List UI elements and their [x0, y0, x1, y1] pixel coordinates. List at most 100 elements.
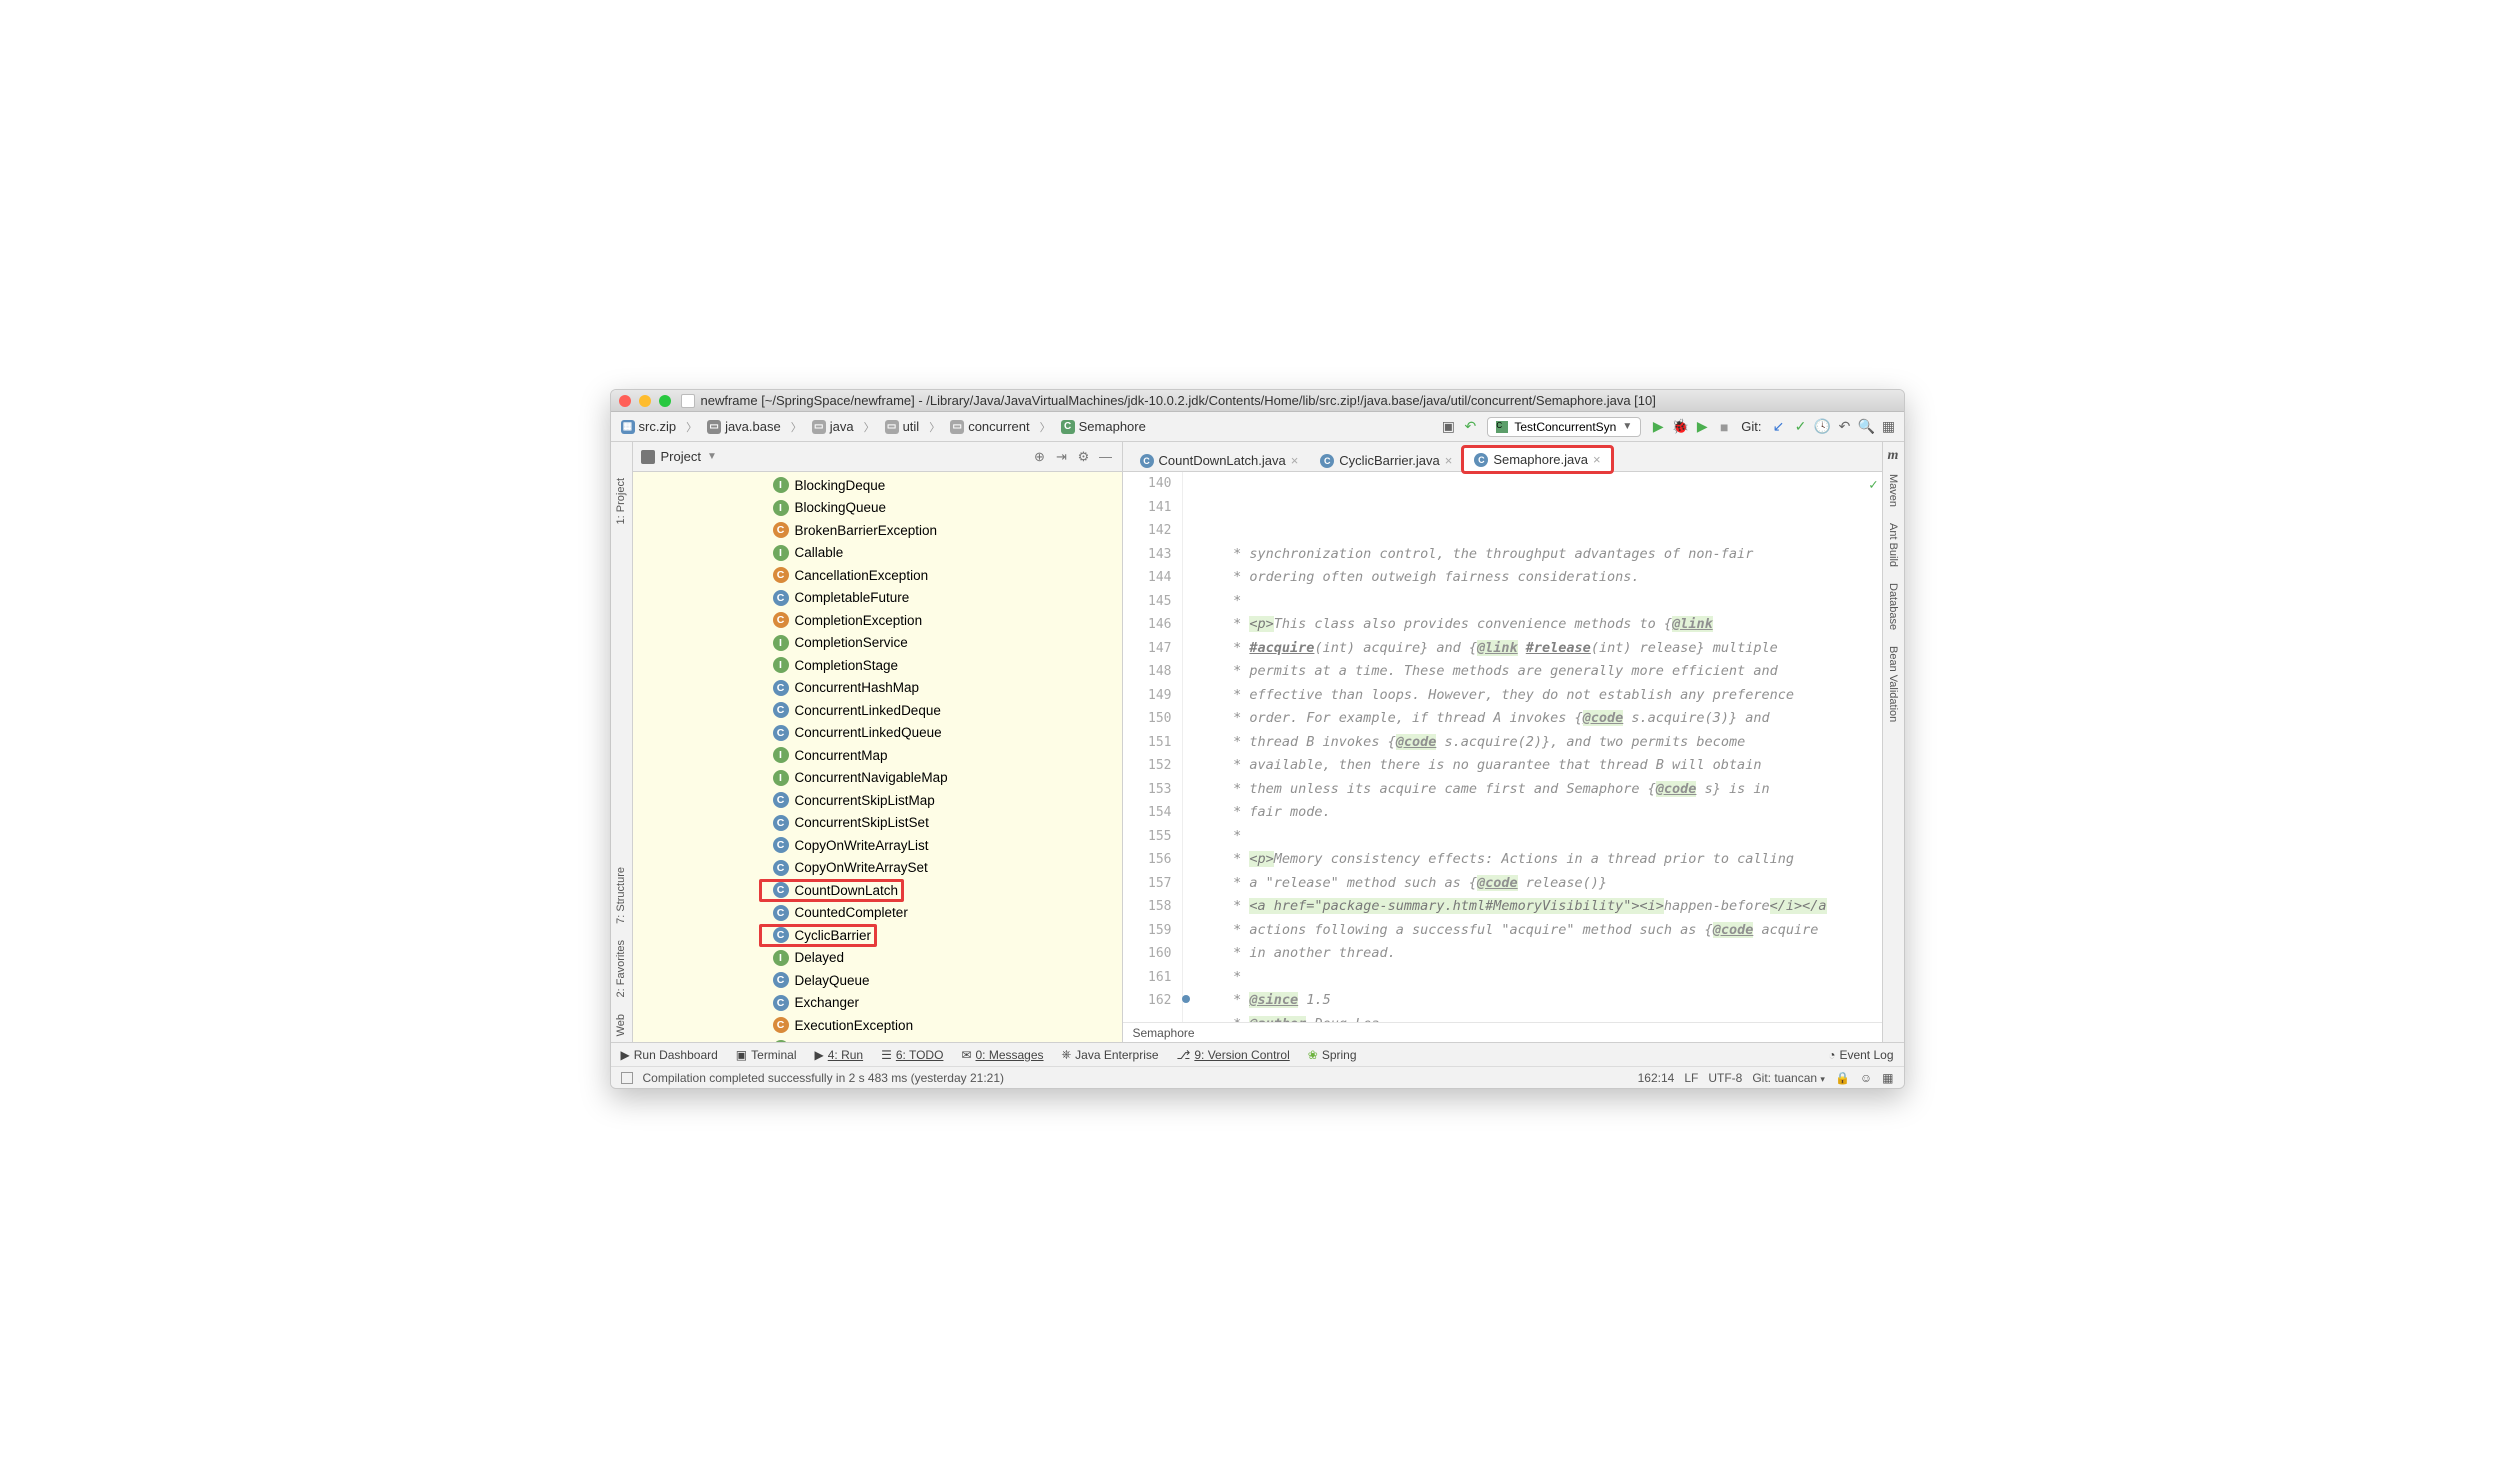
interface-icon: I [773, 657, 789, 673]
event-log-tab[interactable]: ◔Event Log [1828, 1048, 1893, 1062]
tree-node-label: Callable [795, 545, 844, 560]
minimize-window-button[interactable] [639, 395, 651, 407]
tree-node-cyclicbarrier[interactable]: CCyclicBarrier [759, 924, 878, 947]
class-icon: C [773, 815, 789, 831]
titlebar[interactable]: newframe [~/SpringSpace/newframe] - /Lib… [611, 390, 1904, 412]
tree-node-brokenbarrierexception[interactable]: CBrokenBarrierException [633, 519, 1122, 542]
vcs-update-button[interactable]: ↙ [1770, 418, 1788, 436]
tree-node-blockingqueue[interactable]: IBlockingQueue [633, 497, 1122, 520]
tree-node-executor[interactable]: IExecutor [633, 1037, 1122, 1043]
line-number-gutter[interactable]: 1401411421431441451461471481491501511521… [1123, 472, 1183, 1022]
vcs-commit-button[interactable]: ✓ [1792, 418, 1810, 436]
editor-tab-cyclicbarrier[interactable]: CCyclicBarrier.java× [1309, 448, 1463, 472]
maven-tool-tab-label[interactable]: Maven [1885, 468, 1901, 513]
collapse-all-icon[interactable]: ⇥ [1054, 449, 1070, 465]
breadcrumb-pkg1[interactable]: ▭java [808, 417, 858, 436]
tree-node-cancellationexception[interactable]: CCancellationException [633, 564, 1122, 587]
terminal-tab[interactable]: ▣Terminal [736, 1048, 797, 1062]
close-tab-icon[interactable]: × [1291, 453, 1299, 468]
breadcrumb-module[interactable]: ▭java.base [703, 417, 785, 436]
run-dashboard-tab[interactable]: ▶Run Dashboard [621, 1048, 718, 1062]
tree-node-delayed[interactable]: IDelayed [633, 947, 1122, 970]
run-tab[interactable]: ▶4: Run [815, 1048, 864, 1062]
tree-node-concurrentmap[interactable]: IConcurrentMap [633, 744, 1122, 767]
tree-node-copyonwritearrayset[interactable]: CCopyOnWriteArraySet [633, 857, 1122, 880]
tree-node-exchanger[interactable]: CExchanger [633, 992, 1122, 1015]
tab-label: CyclicBarrier.java [1339, 453, 1439, 468]
todo-tab[interactable]: ☰6: TODO [881, 1048, 943, 1062]
tree-node-blockingdeque[interactable]: IBlockingDeque [633, 474, 1122, 497]
lock-icon[interactable]: 🔒 [1835, 1071, 1850, 1085]
history-button[interactable]: 🕓 [1814, 418, 1832, 436]
tree-node-copyonwritearraylist[interactable]: CCopyOnWriteArrayList [633, 834, 1122, 857]
java-enterprise-tab[interactable]: ⎈Java Enterprise [1062, 1047, 1159, 1062]
coverage-button[interactable]: ▶ [1693, 418, 1711, 436]
file-encoding[interactable]: UTF-8 [1708, 1071, 1742, 1085]
package-icon: ▭ [812, 420, 826, 434]
run-configuration-selector[interactable]: C TestConcurrentSyn ▼ [1487, 417, 1641, 437]
maven-tool-tab[interactable]: m [1888, 448, 1899, 464]
tree-node-completionexception[interactable]: CCompletionException [633, 609, 1122, 632]
scratch-icon[interactable]: ▣ [1439, 418, 1457, 436]
breadcrumb-pkg3[interactable]: ▭concurrent [946, 417, 1033, 436]
web-tool-tab[interactable]: Web [613, 1008, 629, 1042]
dropdown-arrow-icon[interactable]: ▼ [707, 451, 717, 462]
structure-tool-tab[interactable]: 7: Structure [613, 861, 629, 930]
project-view-label[interactable]: Project [661, 449, 701, 464]
memory-indicator-icon[interactable]: ▦ [1882, 1071, 1893, 1085]
tree-node-concurrentlinkeddeque[interactable]: CConcurrentLinkedDeque [633, 699, 1122, 722]
tree-node-completablefuture[interactable]: CCompletableFuture [633, 587, 1122, 610]
hide-panel-icon[interactable]: — [1098, 449, 1114, 465]
editor-tab-semaphore[interactable]: CSemaphore.java× [1463, 447, 1611, 472]
version-control-tab[interactable]: ⎇9: Version Control [1177, 1048, 1290, 1062]
code-editor[interactable]: ✓ * synchronization control, the through… [1183, 472, 1882, 1022]
tree-node-delayqueue[interactable]: CDelayQueue [633, 969, 1122, 992]
tree-node-countdownlatch[interactable]: CCountDownLatch [759, 879, 905, 902]
database-tool-tab[interactable]: Database [1885, 577, 1901, 636]
spring-tab[interactable]: ❀Spring [1308, 1048, 1357, 1062]
breadcrumb-pkg2[interactable]: ▭util [881, 417, 924, 436]
bean-validation-tool-tab[interactable]: Bean Validation [1885, 640, 1901, 728]
git-branch[interactable]: Git: tuancan ▾ [1752, 1071, 1825, 1085]
inspection-ok-icon[interactable]: ✓ [1869, 474, 1877, 498]
revert-button[interactable]: ↶ [1836, 418, 1854, 436]
messages-tab[interactable]: ✉0: Messages [961, 1048, 1043, 1062]
project-tree[interactable]: IBlockingDequeIBlockingQueueCBrokenBarri… [633, 472, 1122, 1042]
caret-position[interactable]: 162:14 [1638, 1071, 1675, 1085]
status-tool-icon[interactable] [621, 1072, 633, 1084]
line-separator[interactable]: LF [1684, 1071, 1698, 1085]
scroll-from-source-icon[interactable]: ⊕ [1032, 449, 1048, 465]
hector-icon[interactable]: ☺ [1860, 1071, 1872, 1085]
tree-node-countedcompleter[interactable]: CCountedCompleter [633, 902, 1122, 925]
tree-node-concurrentskiplistmap[interactable]: CConcurrentSkipListMap [633, 789, 1122, 812]
tree-node-concurrentskiplistset[interactable]: CConcurrentSkipListSet [633, 812, 1122, 835]
close-tab-icon[interactable]: × [1593, 452, 1601, 467]
tree-node-concurrentnavigablemap[interactable]: IConcurrentNavigableMap [633, 767, 1122, 790]
tree-node-label: Executor [795, 1040, 848, 1042]
tree-node-concurrentlinkedqueue[interactable]: CConcurrentLinkedQueue [633, 722, 1122, 745]
back-icon[interactable]: ↶ [1461, 418, 1479, 436]
tree-node-executionexception[interactable]: CExecutionException [633, 1014, 1122, 1037]
tree-node-concurrenthashmap[interactable]: CConcurrentHashMap [633, 677, 1122, 700]
editor-breadcrumb[interactable]: Semaphore [1123, 1022, 1882, 1042]
project-tool-tab[interactable]: 1: Project [613, 472, 629, 530]
run-button[interactable]: ▶ [1649, 418, 1667, 436]
search-button[interactable]: 🔍 [1858, 418, 1876, 436]
interface-icon: I [773, 950, 789, 966]
tree-node-completionservice[interactable]: ICompletionService [633, 632, 1122, 655]
close-tab-icon[interactable]: × [1445, 453, 1453, 468]
ant-tool-tab[interactable]: Ant Build [1885, 517, 1901, 573]
favorites-tool-tab[interactable]: 2: Favorites [613, 934, 629, 1003]
tree-node-callable[interactable]: ICallable [633, 542, 1122, 565]
close-window-button[interactable] [619, 395, 631, 407]
tree-node-completionstage[interactable]: ICompletionStage [633, 654, 1122, 677]
stop-button[interactable]: ■ [1715, 418, 1733, 436]
zoom-window-button[interactable] [659, 395, 671, 407]
settings-gear-icon[interactable]: ⚙ [1076, 449, 1092, 465]
breadcrumb-srczip[interactable]: ▦src.zip [617, 417, 681, 436]
breadcrumb-class[interactable]: CSemaphore [1057, 417, 1150, 436]
log-icon: ◔ [1828, 1048, 1835, 1062]
debug-button[interactable]: 🐞 [1671, 418, 1689, 436]
editor-tab-countdownlatch[interactable]: CCountDownLatch.java× [1129, 448, 1310, 472]
ide-settings-button[interactable]: ▦ [1880, 418, 1898, 436]
